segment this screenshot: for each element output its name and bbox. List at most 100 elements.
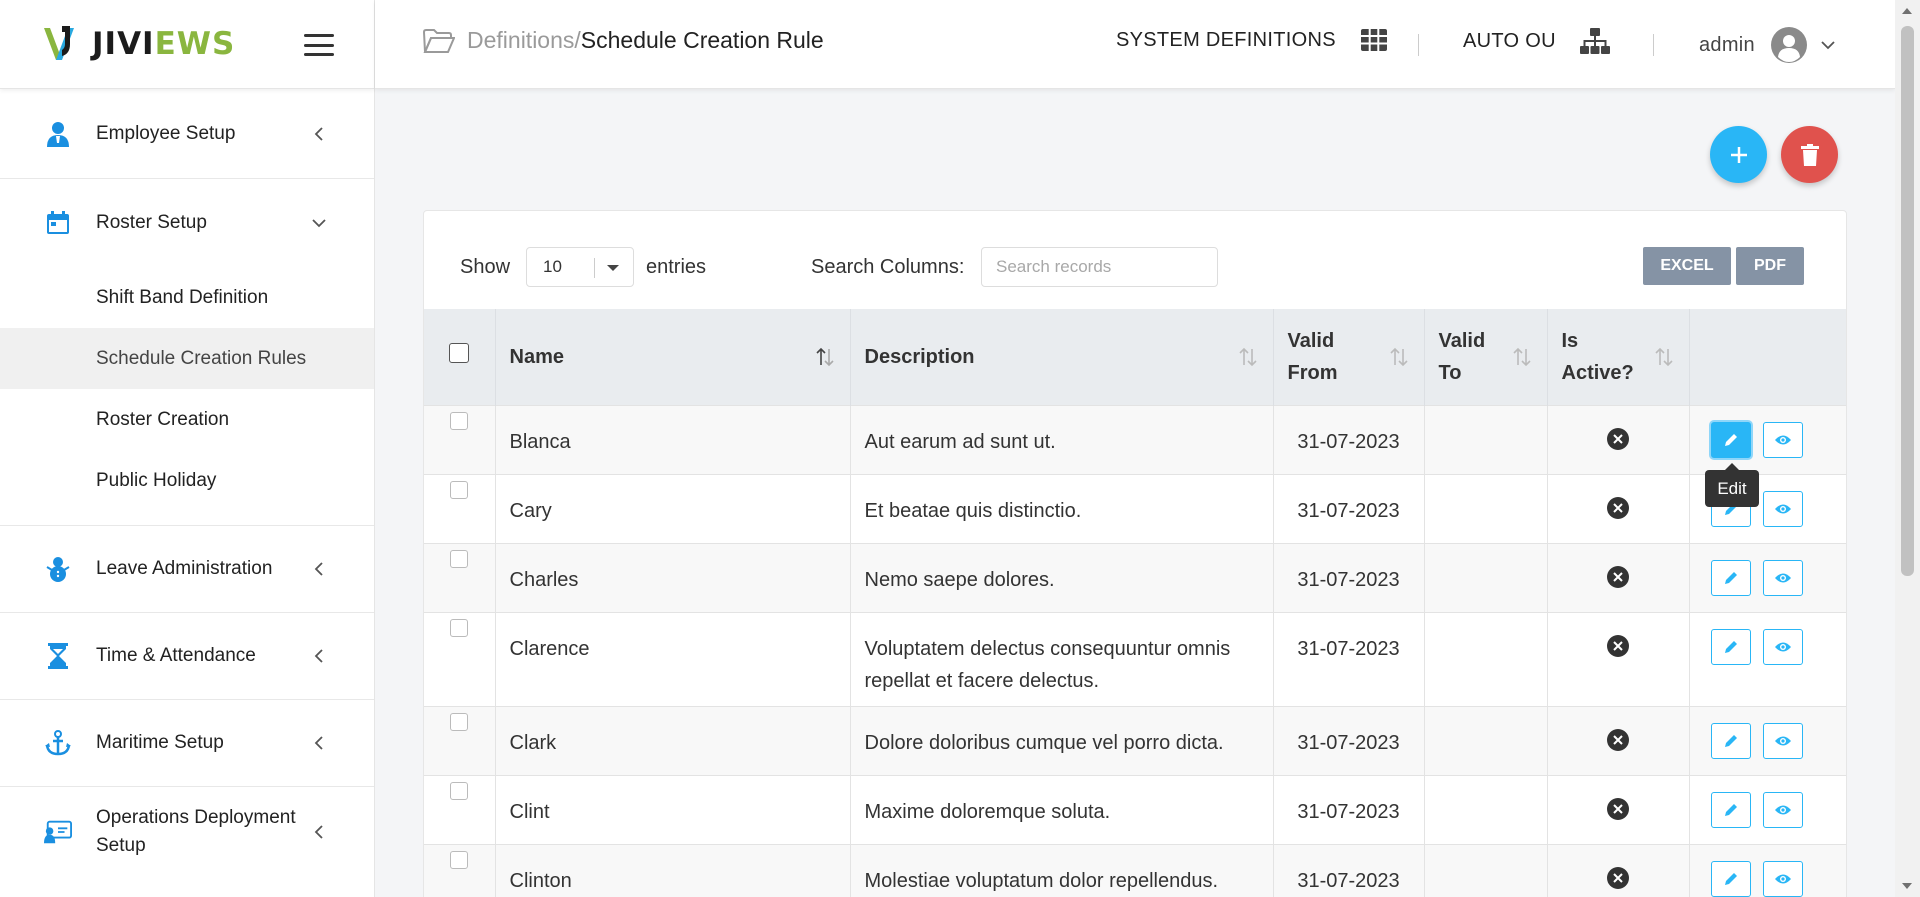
page-title: Schedule Creation Rule: [580, 27, 824, 53]
menu-toggle-icon[interactable]: [304, 34, 334, 56]
cell-description: Aut earum ad sunt ut.: [850, 404, 1274, 474]
cell-valid-from: 31-07-2023: [1273, 705, 1425, 775]
scroll-down-icon[interactable]: [1902, 883, 1912, 889]
cell-valid-to: [1424, 705, 1548, 775]
sort-icon: [1389, 347, 1408, 366]
excel-button[interactable]: EXCEL: [1643, 247, 1731, 285]
cell-is-active: [1547, 843, 1690, 897]
view-button[interactable]: [1762, 791, 1803, 828]
eye-icon: [1774, 736, 1791, 745]
edit-button[interactable]: [1710, 421, 1751, 458]
cell-valid-from: 31-07-2023: [1273, 542, 1425, 612]
table-row: Blanca Aut earum ad sunt ut. 31-07-2023: [424, 404, 1846, 474]
cell-valid-to: [1424, 843, 1548, 897]
row-select-cell: [424, 404, 496, 474]
sort-icon: [1238, 347, 1257, 366]
select-all-cell: [424, 309, 496, 405]
auto-ou-link[interactable]: AUTO OU: [1463, 28, 1610, 54]
row-checkbox[interactable]: [450, 712, 469, 731]
edit-button[interactable]: [1710, 791, 1751, 828]
inactive-x-icon: [1607, 634, 1629, 657]
cell-is-active: [1547, 611, 1690, 706]
page-scrollbar[interactable]: [1895, 0, 1920, 897]
view-button[interactable]: [1762, 559, 1803, 596]
search-input[interactable]: [981, 247, 1218, 287]
cell-actions: [1689, 542, 1846, 612]
table-row: Clinton Molestiae voluptatum dolor repel…: [424, 843, 1846, 897]
row-checkbox[interactable]: [450, 781, 469, 800]
system-definitions-label: SYSTEM DEFINITIONS: [1116, 28, 1336, 51]
scroll-up-icon[interactable]: [1902, 8, 1912, 14]
entries-select[interactable]: 10: [526, 247, 634, 287]
row-checkbox[interactable]: [450, 850, 469, 869]
edit-button[interactable]: [1710, 628, 1751, 665]
avatar: [1770, 27, 1807, 63]
column-header-description[interactable]: Description: [850, 309, 1274, 405]
scrollbar-thumb[interactable]: [1901, 26, 1914, 576]
row-select-cell: [424, 774, 496, 844]
sidebar-subitem-schedule-rules[interactable]: Schedule Creation Rules: [0, 328, 374, 389]
user-menu[interactable]: admin: [1699, 27, 1835, 63]
sidebar-subitem-public-holiday[interactable]: Public Holiday: [0, 450, 374, 511]
delete-button[interactable]: [1781, 126, 1838, 183]
sidebar-item-time-attendance[interactable]: Time & Attendance: [0, 613, 374, 700]
edit-button[interactable]: [1710, 559, 1751, 596]
cell-valid-from: 31-07-2023: [1273, 473, 1425, 543]
sidebar-item-roster-setup[interactable]: Roster Setup: [0, 179, 374, 267]
edit-button[interactable]: [1710, 722, 1751, 759]
eye-icon: [1774, 504, 1791, 513]
cell-valid-to: [1424, 774, 1548, 844]
sidebar-item-employee-setup[interactable]: Employee Setup: [0, 89, 374, 179]
topbar: Definitions/ Schedule Creation Rule SYST…: [375, 0, 1895, 89]
sidebar-item-operations-deployment[interactable]: Operations Deployment Setup: [0, 787, 374, 877]
edit-button[interactable]: [1710, 860, 1751, 897]
sidebar-subitem-roster-creation[interactable]: Roster Creation: [0, 389, 374, 450]
pencil-icon: [1724, 571, 1737, 584]
inactive-x-icon: [1607, 565, 1629, 588]
cell-description: Molestiae voluptatum dolor repellendus.: [850, 843, 1274, 897]
brand-name[interactable]: JIVIEWS: [92, 26, 235, 62]
sidebar-item-label: Employee Setup: [96, 122, 236, 144]
add-button[interactable]: [1710, 126, 1767, 183]
row-select-cell: [424, 473, 496, 543]
view-button[interactable]: [1762, 722, 1803, 759]
cell-valid-from: 31-07-2023: [1273, 843, 1425, 897]
table-row: Clarence Voluptatem delectus consequuntu…: [424, 611, 1846, 706]
chevron-left-icon: [312, 825, 326, 839]
calendar-icon: [44, 209, 72, 237]
grid-icon: [1360, 29, 1387, 51]
sidebar-subitem-shift-band[interactable]: Shift Band Definition: [0, 267, 374, 328]
column-header-actions: [1689, 309, 1846, 405]
sort-icon: [1512, 347, 1531, 366]
view-button[interactable]: [1762, 628, 1803, 665]
select-all-checkbox[interactable]: [449, 342, 470, 363]
row-checkbox[interactable]: [450, 411, 469, 430]
row-checkbox[interactable]: [450, 618, 469, 637]
entries-label: entries: [646, 256, 707, 278]
view-button[interactable]: [1762, 860, 1803, 897]
column-header-valid-to[interactable]: Valid To: [1424, 309, 1548, 405]
column-header-is-active[interactable]: Is Active?: [1547, 309, 1690, 405]
deployment-icon: [44, 818, 72, 846]
pdf-button[interactable]: PDF: [1736, 247, 1804, 285]
row-checkbox[interactable]: [450, 480, 469, 499]
inactive-x-icon: [1607, 728, 1629, 751]
divider: [1418, 34, 1419, 56]
view-button[interactable]: [1762, 421, 1803, 458]
column-header-name[interactable]: Name: [495, 309, 851, 405]
eye-icon: [1774, 642, 1791, 651]
show-label: Show: [460, 256, 511, 278]
pencil-icon: [1724, 803, 1737, 816]
eye-icon: [1774, 435, 1791, 444]
cell-is-active: [1547, 705, 1690, 775]
view-button[interactable]: [1762, 490, 1803, 527]
table-header-row: Name Description Valid From Valid To Is …: [424, 309, 1846, 405]
row-checkbox[interactable]: [450, 549, 469, 568]
cell-valid-to: [1424, 473, 1548, 543]
system-definitions-link[interactable]: SYSTEM DEFINITIONS: [1116, 28, 1388, 52]
row-select-cell: [424, 843, 496, 897]
sidebar-item-maritime-setup[interactable]: Maritime Setup: [0, 700, 374, 787]
column-header-valid-from[interactable]: Valid From: [1273, 309, 1425, 405]
breadcrumb-parent[interactable]: Definitions/: [467, 27, 581, 54]
sidebar-item-leave-admin[interactable]: Leave Administration: [0, 526, 374, 613]
